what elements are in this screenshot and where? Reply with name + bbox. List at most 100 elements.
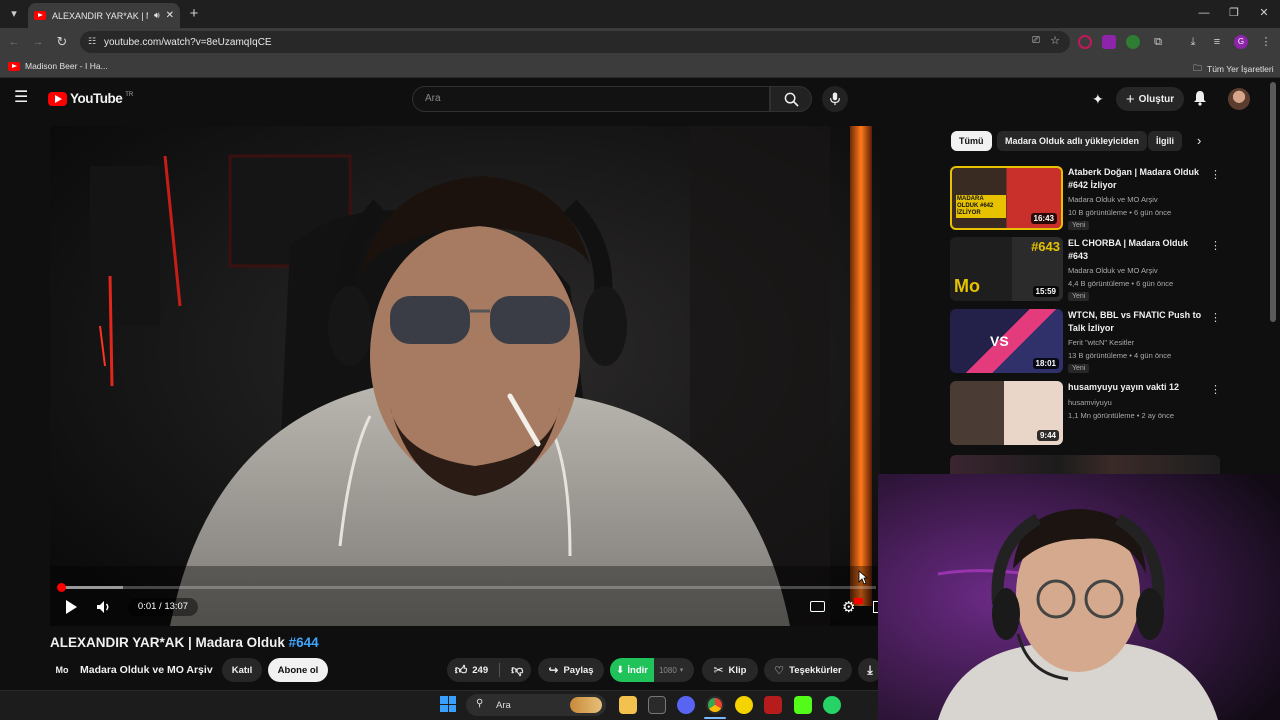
discord-icon[interactable]	[677, 696, 695, 714]
video-player[interactable]	[50, 126, 880, 626]
window-close-icon[interactable]: ✕	[1252, 1, 1276, 25]
minimize-icon[interactable]: —	[1192, 1, 1216, 25]
subscribe-button[interactable]: Abone ol	[268, 658, 328, 682]
notifications-button[interactable]	[1193, 90, 1207, 111]
search-highlight-image	[570, 697, 602, 713]
all-bookmarks-button[interactable]: 🗀 Tüm Yer İşaretleri	[1193, 61, 1274, 77]
taskbar-search[interactable]: ⚲ Ara	[466, 694, 606, 716]
recommendation-title[interactable]: WTCN, BBL vs FNATIC Push to Talk İzliyor	[1068, 309, 1203, 334]
reload-icon[interactable]: ↻	[50, 30, 74, 54]
recommendation-item[interactable]: #643 Mo 15:59 EL CHORBA | Madara Olduk #…	[950, 237, 1221, 303]
chevron-down-icon[interactable]: ▾	[677, 666, 684, 674]
share-label: Paylaş	[563, 664, 594, 676]
extension-puzzle-icon[interactable]	[1102, 35, 1116, 49]
duck-app-icon[interactable]	[735, 696, 753, 714]
share-button[interactable]: ↪ Paylaş	[538, 658, 604, 682]
recommendation-title[interactable]: EL CHORBA | Madara Olduk #643	[1068, 237, 1203, 262]
video-thumbnail[interactable]: 9:44	[950, 381, 1063, 445]
bookmark-item[interactable]: Madison Beer - I Ha...	[8, 61, 108, 71]
back-icon[interactable]: ←	[2, 30, 26, 54]
profile-avatar[interactable]: G	[1234, 35, 1248, 49]
address-bar[interactable]: ☷ youtube.com/watch?v=8eUzamqIqCE ⎚ ☆	[80, 31, 1070, 53]
all-bookmarks-label: Tüm Yer İşaretleri	[1207, 64, 1274, 74]
youtube-studio-icon[interactable]: ✦	[1092, 91, 1104, 108]
chip-all[interactable]: Tümü	[951, 131, 992, 151]
recommendation-channel[interactable]: Madara Olduk ve MO Arşiv	[1068, 266, 1158, 275]
recommendation-title[interactable]: Ataberk Doğan | Madara Olduk #642 İzliyo…	[1068, 166, 1203, 191]
forward-icon[interactable]: →	[26, 30, 50, 54]
youtube-logo[interactable]: YouTube TR	[48, 91, 133, 106]
download-button[interactable]: ⬇ İndir	[610, 658, 654, 682]
recommendation-channel[interactable]: husamviyuyu	[1068, 398, 1112, 407]
join-button[interactable]: Katıl	[222, 658, 262, 682]
hamburger-menu-icon[interactable]: ☰	[14, 90, 28, 106]
chrome-menu-icon[interactable]: ⋮	[1254, 30, 1278, 54]
page-scrollbar[interactable]	[1270, 82, 1276, 322]
create-button[interactable]: + Oluştur	[1116, 87, 1184, 111]
thanks-button[interactable]: ♡ Teşekkürler	[764, 658, 852, 682]
terminal-app-icon[interactable]	[648, 696, 666, 714]
more-options-icon[interactable]: ⋮	[1210, 239, 1221, 252]
video-thumbnail-partial[interactable]	[950, 455, 1220, 474]
whatsapp-icon[interactable]	[823, 696, 841, 714]
extension-circle-icon[interactable]	[1078, 35, 1092, 49]
game-launcher-icon[interactable]	[764, 696, 782, 714]
chip-from-uploader[interactable]: Madara Olduk adlı yükleyiciden	[997, 131, 1148, 151]
subtitles-icon[interactable]	[810, 601, 825, 612]
audio-playing-icon[interactable]: 🔊︎	[154, 10, 160, 21]
extension-shield-icon[interactable]	[1126, 35, 1140, 49]
chip-related[interactable]: İlgili	[1148, 131, 1182, 151]
chips-next-icon[interactable]: ›	[1197, 133, 1201, 148]
create-label: Oluştur	[1138, 93, 1175, 105]
account-avatar[interactable]	[1228, 88, 1250, 110]
scrubber-handle[interactable]	[56, 583, 66, 592]
more-options-icon[interactable]: ⋮	[1210, 311, 1221, 324]
like-button[interactable]: 👍︎ 249	[455, 663, 488, 678]
extensions-icon[interactable]: ⧉	[1146, 30, 1170, 54]
restore-icon[interactable]: ❐	[1222, 1, 1246, 25]
bookmark-star-icon[interactable]: ☆	[1050, 34, 1060, 47]
recommendation-item[interactable]: VS 18:01 WTCN, BBL vs FNATIC Push to Tal…	[950, 309, 1221, 375]
video-thumbnail[interactable]: #643 Mo 15:59	[950, 237, 1063, 301]
chrome-icon[interactable]	[706, 696, 724, 714]
progress-bar[interactable]	[58, 586, 876, 589]
play-button[interactable]	[64, 599, 78, 620]
cast-icon[interactable]: ⎚	[1032, 35, 1040, 46]
windows-start-icon[interactable]	[440, 696, 456, 712]
search-button[interactable]	[770, 86, 812, 112]
video-thumbnail[interactable]: VS 18:01	[950, 309, 1063, 373]
channel-watermark: Mo	[954, 276, 980, 296]
tab-close-icon[interactable]: ✕	[166, 10, 174, 21]
recommendation-channel[interactable]: Madara Olduk ve MO Arşiv	[1068, 195, 1158, 204]
volume-icon	[97, 601, 109, 613]
recommendation-title[interactable]: husamyuyu yayın vakti 12	[1068, 381, 1203, 394]
quality-select[interactable]: 1080	[654, 666, 677, 675]
like-count: 249	[472, 664, 489, 676]
downloads-icon[interactable]: ⤓	[1181, 30, 1205, 54]
plus-icon: +	[1125, 90, 1135, 108]
video-thumbnail[interactable]: MADARA OLDUK #642 İZLİYOR 16:43	[950, 166, 1063, 230]
recommendation-item[interactable]: MADARA OLDUK #642 İZLİYOR 16:43 Ataberk …	[950, 166, 1221, 232]
channel-name[interactable]: Madara Olduk ve MO Arşiv	[80, 664, 213, 676]
clip-button[interactable]: ✂ Klip	[702, 658, 758, 682]
browser-tab[interactable]: ALEXANDIR YAR*AK | Mada 🔊︎ ✕	[28, 3, 180, 28]
mute-button[interactable]	[96, 600, 112, 619]
recommendation-channel[interactable]: Ferit "wtcN" Kesitler	[1068, 338, 1134, 347]
media-controls-icon[interactable]: ≡	[1205, 30, 1229, 54]
video-hashtag[interactable]: #644	[289, 635, 319, 650]
dislike-button[interactable]: 👎︎	[511, 663, 523, 678]
site-info-icon[interactable]: ☷	[88, 36, 96, 47]
recommendation-meta: 1,1 Mn görüntüleme • 2 ay önce	[1068, 411, 1175, 420]
new-tab-icon[interactable]: +	[182, 2, 206, 26]
voice-search-button[interactable]	[822, 86, 848, 112]
new-badge: Yeni	[1068, 292, 1090, 301]
more-options-icon[interactable]: ⋮	[1210, 383, 1221, 396]
search-input[interactable]: Ara	[412, 86, 770, 112]
recommendation-item[interactable]: 9:44 husamyuyu yayın vakti 12 husamviyuy…	[950, 381, 1221, 447]
more-options-icon[interactable]: ⋮	[1210, 168, 1221, 181]
mouse-cursor-icon	[858, 570, 868, 585]
file-explorer-icon[interactable]	[619, 696, 637, 714]
channel-logo[interactable]: Mo	[52, 660, 72, 680]
tab-search-icon[interactable]: ▾	[2, 2, 26, 26]
kick-app-icon[interactable]	[794, 696, 812, 714]
